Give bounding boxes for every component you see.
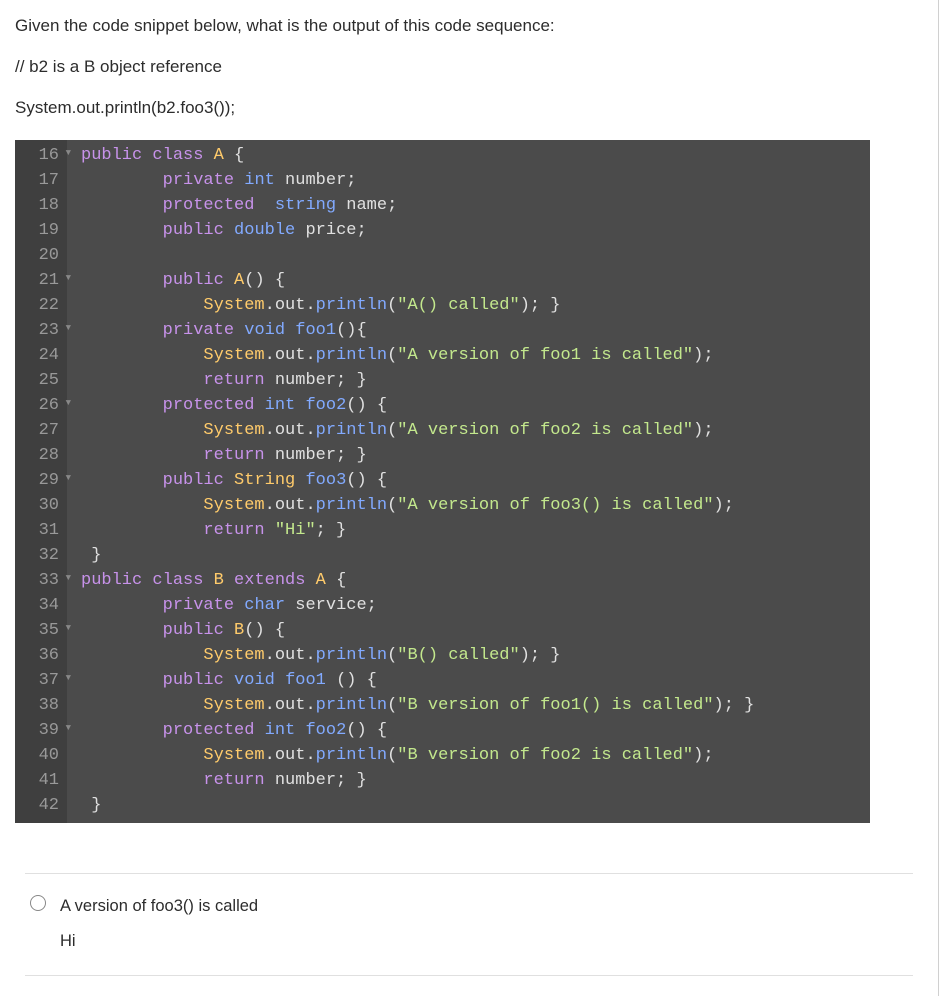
gutter-line: 36 [25, 644, 59, 669]
gutter-line: 28 [25, 444, 59, 469]
fold-arrow-icon[interactable]: ▼ [66, 622, 71, 635]
code-line: System.out.println("A version of foo1 is… [81, 344, 870, 369]
code-line: private void foo1(){ [81, 319, 870, 344]
gutter-line: 42 [25, 794, 59, 819]
question-comment: // b2 is a B object reference [15, 53, 923, 80]
code-line: protected string name; [81, 194, 870, 219]
fold-arrow-icon[interactable]: ▼ [66, 322, 71, 335]
gutter-line: 17 [25, 169, 59, 194]
gutter-line: 23▼ [25, 319, 59, 344]
option-line-1: A version of foo3() is called [60, 897, 258, 915]
gutter-line: 26▼ [25, 394, 59, 419]
gutter-line: 16▼ [25, 144, 59, 169]
code-line [81, 244, 870, 269]
radio-icon [30, 895, 46, 911]
code-line: System.out.println("A version of foo2 is… [81, 419, 870, 444]
fold-arrow-icon[interactable]: ▼ [66, 272, 71, 285]
code-line: return number; } [81, 769, 870, 794]
gutter-line: 19 [25, 219, 59, 244]
gutter-line: 18 [25, 194, 59, 219]
gutter-line: 39▼ [25, 719, 59, 744]
gutter-line: 33▼ [25, 569, 59, 594]
code-line: private char service; [81, 594, 870, 619]
fold-arrow-icon[interactable]: ▼ [66, 672, 71, 685]
code-line: public class B extends A { [81, 569, 870, 594]
code-line: System.out.println("B() called"); } [81, 644, 870, 669]
gutter-line: 30 [25, 494, 59, 519]
code-gutter: 16▼1718192021▼2223▼242526▼272829▼3031323… [15, 140, 67, 823]
answer-option-1[interactable]: A version of foo3() is called Hi [25, 874, 913, 975]
code-line: System.out.println("A version of foo3() … [81, 494, 870, 519]
gutter-line: 25 [25, 369, 59, 394]
gutter-line: 31 [25, 519, 59, 544]
question-prompt: Given the code snippet below, what is th… [15, 12, 923, 39]
answer-section: A version of foo3() is called Hi [25, 873, 913, 976]
question-statement: System.out.println(b2.foo3()); [15, 94, 923, 121]
divider-bottom [25, 975, 913, 976]
question-container: Given the code snippet below, what is th… [0, 0, 939, 996]
code-line: System.out.println("A() called"); } [81, 294, 870, 319]
code-line: public A() { [81, 269, 870, 294]
code-line: private int number; [81, 169, 870, 194]
gutter-line: 41 [25, 769, 59, 794]
code-line: public B() { [81, 619, 870, 644]
gutter-line: 22 [25, 294, 59, 319]
gutter-line: 40 [25, 744, 59, 769]
code-line: System.out.println("B version of foo1() … [81, 694, 870, 719]
code-line: System.out.println("B version of foo2 is… [81, 744, 870, 769]
fold-arrow-icon[interactable]: ▼ [66, 147, 71, 160]
gutter-line: 38 [25, 694, 59, 719]
code-block: 16▼1718192021▼2223▼242526▼272829▼3031323… [15, 140, 870, 823]
code-line: return "Hi"; } [81, 519, 870, 544]
fold-arrow-icon[interactable]: ▼ [66, 722, 71, 735]
radio-label: A version of foo3() is called Hi [60, 892, 258, 957]
fold-arrow-icon[interactable]: ▼ [66, 472, 71, 485]
gutter-line: 24 [25, 344, 59, 369]
code-line: protected int foo2() { [81, 719, 870, 744]
code-line: public class A { [81, 144, 870, 169]
fold-arrow-icon[interactable]: ▼ [66, 572, 71, 585]
gutter-line: 20 [25, 244, 59, 269]
code-line: } [81, 544, 870, 569]
code-line: return number; } [81, 369, 870, 394]
option-line-2: Hi [60, 927, 258, 957]
code-line: protected int foo2() { [81, 394, 870, 419]
gutter-line: 35▼ [25, 619, 59, 644]
gutter-line: 32 [25, 544, 59, 569]
gutter-line: 37▼ [25, 669, 59, 694]
gutter-line: 27 [25, 419, 59, 444]
code-line: public double price; [81, 219, 870, 244]
code-line: return number; } [81, 444, 870, 469]
question-text: Given the code snippet below, what is th… [15, 12, 923, 122]
fold-arrow-icon[interactable]: ▼ [66, 397, 71, 410]
code-content: public class A { private int number; pro… [67, 140, 870, 823]
gutter-line: 29▼ [25, 469, 59, 494]
code-line: public void foo1 () { [81, 669, 870, 694]
code-line: public String foo3() { [81, 469, 870, 494]
gutter-line: 21▼ [25, 269, 59, 294]
code-line: } [81, 794, 870, 819]
gutter-line: 34 [25, 594, 59, 619]
